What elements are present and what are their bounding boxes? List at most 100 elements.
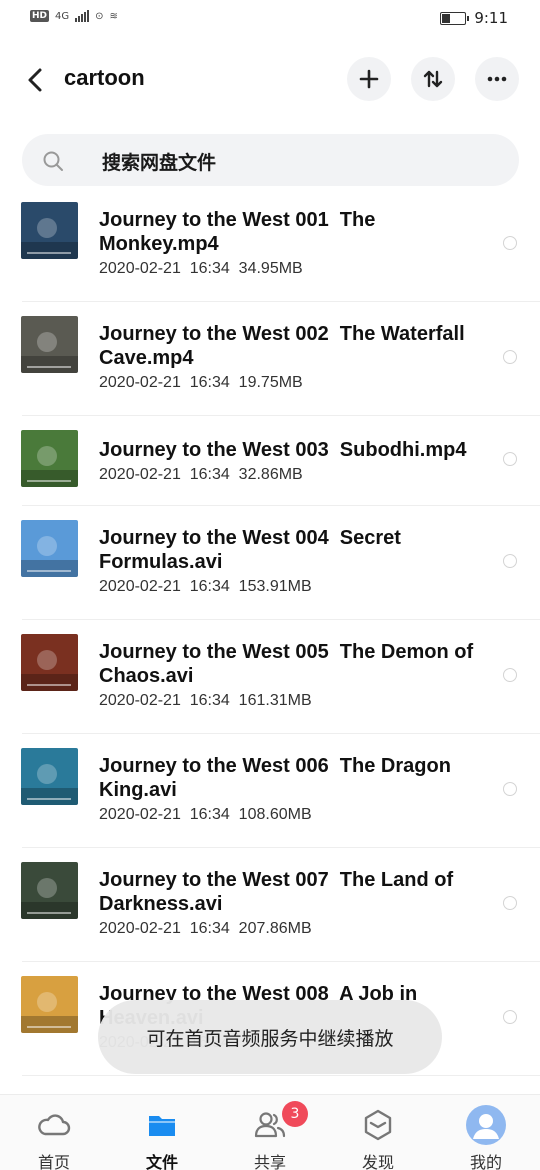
share-badge: 3 [282, 1101, 308, 1127]
file-row[interactable]: Journey to the West 005 The Demon of Cha… [0, 620, 540, 734]
file-time: 16:34 [189, 466, 230, 483]
file-row[interactable]: Journey to the West 002 The Waterfall Ca… [0, 302, 540, 416]
tab-share[interactable]: 3 共享 [216, 1095, 324, 1170]
plus-icon [359, 69, 379, 89]
file-time: 16:34 [189, 806, 230, 823]
status-bar: HD 4G ⊙ ≋ 9:11 [0, 0, 540, 38]
file-info: Journey to the West 001 The Monkey.mp4 20… [99, 208, 490, 278]
video-thumbnail [21, 862, 78, 919]
file-info: Journey to the West 004 Secret Formulas.… [99, 526, 490, 596]
video-thumbnail [21, 634, 78, 691]
select-radio[interactable] [503, 668, 517, 682]
file-date: 2020-02-21 [99, 806, 181, 823]
file-info: Journey to the West 006 The Dragon King.… [99, 754, 490, 824]
clock: 9:11 [474, 9, 508, 27]
tab-home[interactable]: 首页 [0, 1095, 108, 1170]
video-thumbnail [21, 202, 78, 259]
file-time: 16:34 [189, 260, 230, 277]
search-placeholder: 搜索网盘文件 [102, 152, 217, 174]
status-right: 9:11 [440, 9, 508, 27]
file-info: Journey to the West 005 The Demon of Cha… [99, 640, 490, 710]
video-thumbnail [21, 976, 78, 1033]
file-info: Journey to the West 007 The Land of Dark… [99, 868, 490, 938]
file-time: 16:34 [189, 374, 230, 391]
file-size: 161.31MB [238, 692, 312, 709]
file-date: 2020-02-21 [99, 260, 181, 277]
select-radio[interactable] [503, 452, 517, 466]
file-date: 2020-02-21 [99, 692, 181, 709]
file-info: Journey to the West 002 The Waterfall Ca… [99, 322, 490, 392]
select-radio[interactable] [503, 236, 517, 250]
hd-badge: HD [30, 10, 50, 22]
file-date: 2020-02-21 [99, 374, 181, 391]
search-input[interactable]: 搜索网盘文件 [22, 134, 519, 186]
more-button[interactable] [475, 57, 519, 101]
file-row[interactable]: Journey to the West 001 The Monkey.mp4 20… [0, 188, 540, 302]
select-radio[interactable] [503, 350, 517, 364]
discover-cube-icon [360, 1107, 396, 1143]
file-name: Journey to the West 001 The Monkey.mp4 [99, 209, 381, 255]
file-name: Journey to the West 007 The Land of Dark… [99, 869, 459, 915]
file-name: Journey to the West 004 Secret Formulas.… [99, 527, 407, 573]
tab-home-label: 首页 [37, 1153, 70, 1170]
file-row[interactable]: Journey to the West 003 Subodhi.mp4 2020-… [0, 416, 540, 506]
signal-icon [75, 10, 90, 22]
cloud-icon [36, 1107, 72, 1143]
file-size: 34.95MB [238, 260, 303, 277]
more-icon [487, 76, 507, 82]
sort-icon [423, 70, 443, 88]
video-thumbnail [21, 520, 78, 577]
select-radio[interactable] [503, 554, 517, 568]
status-left: HD 4G ⊙ ≋ [30, 10, 118, 22]
file-meta: 2020-02-21 16:34 161.31MB [99, 692, 490, 710]
file-name: Journey to the West 006 The Dragon King.… [99, 755, 457, 801]
tab-me-label: 我的 [469, 1153, 502, 1170]
tab-discover[interactable]: 发现 [324, 1095, 432, 1170]
nfc-icon: ⊙ [95, 10, 104, 22]
header: cartoon [0, 52, 540, 108]
file-meta: 2020-02-21 16:34 19.75MB [99, 374, 490, 392]
file-meta: 2020-02-21 16:34 32.86MB [99, 466, 490, 484]
chevron-left-icon [28, 68, 42, 92]
select-radio[interactable] [503, 782, 517, 796]
select-radio[interactable] [503, 896, 517, 910]
file-meta: 2020-02-21 16:34 34.95MB [99, 260, 490, 278]
file-row[interactable]: Journey to the West 007 The Land of Dark… [0, 848, 540, 962]
video-thumbnail [21, 748, 78, 805]
file-name: Journey to the West 002 The Waterfall Ca… [99, 323, 471, 369]
battery-icon [440, 11, 470, 25]
avatar-icon [466, 1105, 506, 1145]
file-row[interactable]: Journey to the West 006 The Dragon King.… [0, 734, 540, 848]
file-meta: 2020-02-21 16:34 153.91MB [99, 578, 490, 596]
tab-files-label: 文件 [145, 1153, 178, 1170]
file-size: 19.75MB [238, 374, 303, 391]
search-icon [43, 151, 63, 171]
file-row[interactable]: Journey to the West 004 Secret Formulas.… [0, 506, 540, 620]
tab-files[interactable]: 文件 [108, 1095, 216, 1170]
file-size: 207.86MB [238, 920, 312, 937]
file-size: 108.60MB [238, 806, 312, 823]
bottom-tab-bar: 首页 文件 3 共享 发现 我的 [0, 1094, 540, 1170]
file-name: Journey to the West 005 The Demon of Cha… [99, 641, 479, 687]
tab-me[interactable]: 我的 [432, 1095, 540, 1170]
file-time: 16:34 [189, 692, 230, 709]
tab-discover-label: 发现 [361, 1153, 394, 1170]
file-meta: 2020-02-21 16:34 207.86MB [99, 920, 490, 938]
file-list: Journey to the West 001 The Monkey.mp4 20… [0, 188, 540, 1076]
sort-button[interactable] [411, 57, 455, 101]
add-button[interactable] [347, 57, 391, 101]
tab-share-label: 共享 [253, 1153, 286, 1170]
file-time: 16:34 [189, 920, 230, 937]
row-divider [22, 1075, 540, 1076]
file-size: 153.91MB [238, 578, 312, 595]
back-button[interactable] [20, 62, 52, 98]
wifi-off-icon: ≋ [109, 10, 118, 22]
file-size: 32.86MB [238, 466, 303, 483]
toast-message: 可在首页音频服务中继续播放 [98, 1000, 442, 1074]
file-time: 16:34 [189, 578, 230, 595]
video-thumbnail [21, 316, 78, 373]
file-info: Journey to the West 003 Subodhi.mp4 2020-… [99, 438, 490, 484]
file-date: 2020-02-21 [99, 466, 181, 483]
select-radio[interactable] [503, 1010, 517, 1024]
file-name: Journey to the West 003 Subodhi.mp4 [99, 439, 467, 461]
